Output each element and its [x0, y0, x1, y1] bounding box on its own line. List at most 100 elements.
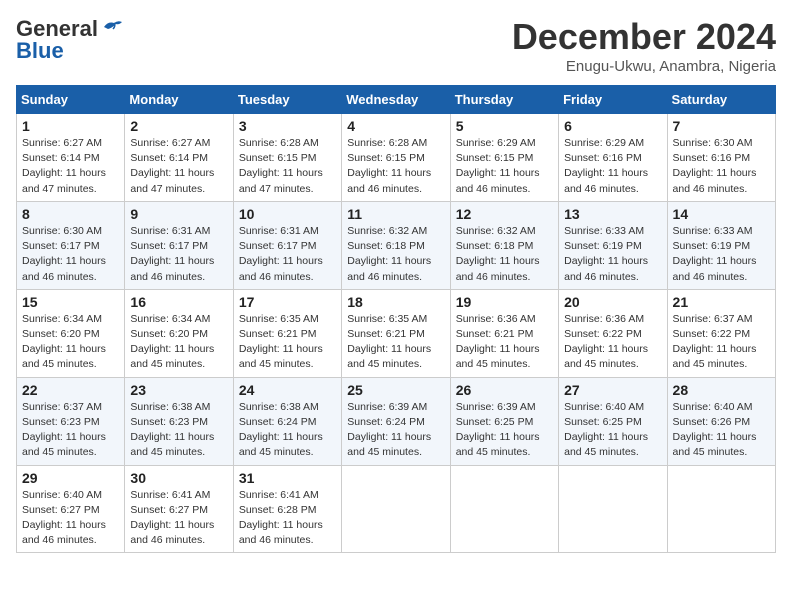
- day-number: 6: [564, 118, 661, 134]
- day-number: 30: [130, 470, 227, 486]
- day-number: 9: [130, 206, 227, 222]
- day-info: Sunrise: 6:33 AM Sunset: 6:19 PM Dayligh…: [673, 224, 770, 285]
- calendar-day-cell: 20 Sunrise: 6:36 AM Sunset: 6:22 PM Dayl…: [559, 289, 667, 377]
- calendar-day-cell: [559, 465, 667, 553]
- day-number: 22: [22, 382, 119, 398]
- day-number: 19: [456, 294, 553, 310]
- day-info: Sunrise: 6:36 AM Sunset: 6:21 PM Dayligh…: [456, 312, 553, 373]
- day-number: 5: [456, 118, 553, 134]
- day-number: 1: [22, 118, 119, 134]
- calendar-day-cell: 19 Sunrise: 6:36 AM Sunset: 6:21 PM Dayl…: [450, 289, 558, 377]
- day-info: Sunrise: 6:37 AM Sunset: 6:22 PM Dayligh…: [673, 312, 770, 373]
- calendar-day-cell: 3 Sunrise: 6:28 AM Sunset: 6:15 PM Dayli…: [233, 114, 341, 202]
- calendar-day-cell: 11 Sunrise: 6:32 AM Sunset: 6:18 PM Dayl…: [342, 201, 450, 289]
- calendar-day-cell: 7 Sunrise: 6:30 AM Sunset: 6:16 PM Dayli…: [667, 114, 775, 202]
- day-info: Sunrise: 6:29 AM Sunset: 6:16 PM Dayligh…: [564, 136, 661, 197]
- day-info: Sunrise: 6:34 AM Sunset: 6:20 PM Dayligh…: [22, 312, 119, 373]
- day-info: Sunrise: 6:30 AM Sunset: 6:16 PM Dayligh…: [673, 136, 770, 197]
- calendar-day-cell: 23 Sunrise: 6:38 AM Sunset: 6:23 PM Dayl…: [125, 377, 233, 465]
- calendar-header-row: SundayMondayTuesdayWednesdayThursdayFrid…: [17, 86, 776, 114]
- day-number: 4: [347, 118, 444, 134]
- calendar-day-cell: 22 Sunrise: 6:37 AM Sunset: 6:23 PM Dayl…: [17, 377, 125, 465]
- day-number: 2: [130, 118, 227, 134]
- day-number: 10: [239, 206, 336, 222]
- day-info: Sunrise: 6:28 AM Sunset: 6:15 PM Dayligh…: [239, 136, 336, 197]
- day-info: Sunrise: 6:27 AM Sunset: 6:14 PM Dayligh…: [22, 136, 119, 197]
- day-number: 11: [347, 206, 444, 222]
- calendar-day-cell: 4 Sunrise: 6:28 AM Sunset: 6:15 PM Dayli…: [342, 114, 450, 202]
- header: General Blue December 2024 Enugu-Ukwu, A…: [16, 16, 776, 75]
- calendar-header-day: Monday: [125, 86, 233, 114]
- day-number: 25: [347, 382, 444, 398]
- day-number: 28: [673, 382, 770, 398]
- day-info: Sunrise: 6:34 AM Sunset: 6:20 PM Dayligh…: [130, 312, 227, 373]
- day-info: Sunrise: 6:40 AM Sunset: 6:25 PM Dayligh…: [564, 400, 661, 461]
- day-number: 24: [239, 382, 336, 398]
- calendar-day-cell: 14 Sunrise: 6:33 AM Sunset: 6:19 PM Dayl…: [667, 201, 775, 289]
- day-info: Sunrise: 6:41 AM Sunset: 6:28 PM Dayligh…: [239, 488, 336, 549]
- location-title: Enugu-Ukwu, Anambra, Nigeria: [512, 58, 776, 75]
- calendar-header-day: Tuesday: [233, 86, 341, 114]
- logo-blue: Blue: [16, 38, 64, 64]
- day-info: Sunrise: 6:30 AM Sunset: 6:17 PM Dayligh…: [22, 224, 119, 285]
- calendar-week-row: 15 Sunrise: 6:34 AM Sunset: 6:20 PM Dayl…: [17, 289, 776, 377]
- day-info: Sunrise: 6:36 AM Sunset: 6:22 PM Dayligh…: [564, 312, 661, 373]
- calendar-day-cell: 1 Sunrise: 6:27 AM Sunset: 6:14 PM Dayli…: [17, 114, 125, 202]
- calendar-week-row: 22 Sunrise: 6:37 AM Sunset: 6:23 PM Dayl…: [17, 377, 776, 465]
- calendar-header-day: Friday: [559, 86, 667, 114]
- calendar-day-cell: [342, 465, 450, 553]
- day-info: Sunrise: 6:39 AM Sunset: 6:24 PM Dayligh…: [347, 400, 444, 461]
- day-info: Sunrise: 6:37 AM Sunset: 6:23 PM Dayligh…: [22, 400, 119, 461]
- day-info: Sunrise: 6:31 AM Sunset: 6:17 PM Dayligh…: [239, 224, 336, 285]
- calendar-week-row: 8 Sunrise: 6:30 AM Sunset: 6:17 PM Dayli…: [17, 201, 776, 289]
- day-number: 16: [130, 294, 227, 310]
- day-info: Sunrise: 6:33 AM Sunset: 6:19 PM Dayligh…: [564, 224, 661, 285]
- calendar-day-cell: 15 Sunrise: 6:34 AM Sunset: 6:20 PM Dayl…: [17, 289, 125, 377]
- calendar-day-cell: 31 Sunrise: 6:41 AM Sunset: 6:28 PM Dayl…: [233, 465, 341, 553]
- calendar-day-cell: 25 Sunrise: 6:39 AM Sunset: 6:24 PM Dayl…: [342, 377, 450, 465]
- day-info: Sunrise: 6:27 AM Sunset: 6:14 PM Dayligh…: [130, 136, 227, 197]
- calendar-day-cell: 2 Sunrise: 6:27 AM Sunset: 6:14 PM Dayli…: [125, 114, 233, 202]
- calendar-day-cell: 5 Sunrise: 6:29 AM Sunset: 6:15 PM Dayli…: [450, 114, 558, 202]
- day-number: 29: [22, 470, 119, 486]
- calendar-header-day: Sunday: [17, 86, 125, 114]
- calendar-day-cell: 13 Sunrise: 6:33 AM Sunset: 6:19 PM Dayl…: [559, 201, 667, 289]
- calendar-header-day: Thursday: [450, 86, 558, 114]
- day-info: Sunrise: 6:32 AM Sunset: 6:18 PM Dayligh…: [347, 224, 444, 285]
- day-number: 20: [564, 294, 661, 310]
- calendar-day-cell: 10 Sunrise: 6:31 AM Sunset: 6:17 PM Dayl…: [233, 201, 341, 289]
- calendar-header-day: Wednesday: [342, 86, 450, 114]
- logo: General Blue: [16, 16, 124, 64]
- calendar-day-cell: 17 Sunrise: 6:35 AM Sunset: 6:21 PM Dayl…: [233, 289, 341, 377]
- day-info: Sunrise: 6:41 AM Sunset: 6:27 PM Dayligh…: [130, 488, 227, 549]
- day-number: 18: [347, 294, 444, 310]
- day-number: 15: [22, 294, 119, 310]
- day-number: 23: [130, 382, 227, 398]
- day-info: Sunrise: 6:39 AM Sunset: 6:25 PM Dayligh…: [456, 400, 553, 461]
- day-number: 26: [456, 382, 553, 398]
- day-info: Sunrise: 6:31 AM Sunset: 6:17 PM Dayligh…: [130, 224, 227, 285]
- calendar-week-row: 1 Sunrise: 6:27 AM Sunset: 6:14 PM Dayli…: [17, 114, 776, 202]
- day-info: Sunrise: 6:28 AM Sunset: 6:15 PM Dayligh…: [347, 136, 444, 197]
- calendar-day-cell: 8 Sunrise: 6:30 AM Sunset: 6:17 PM Dayli…: [17, 201, 125, 289]
- day-number: 3: [239, 118, 336, 134]
- calendar-day-cell: 26 Sunrise: 6:39 AM Sunset: 6:25 PM Dayl…: [450, 377, 558, 465]
- day-number: 31: [239, 470, 336, 486]
- calendar-day-cell: 18 Sunrise: 6:35 AM Sunset: 6:21 PM Dayl…: [342, 289, 450, 377]
- calendar-day-cell: 21 Sunrise: 6:37 AM Sunset: 6:22 PM Dayl…: [667, 289, 775, 377]
- day-info: Sunrise: 6:40 AM Sunset: 6:27 PM Dayligh…: [22, 488, 119, 549]
- calendar-day-cell: 12 Sunrise: 6:32 AM Sunset: 6:18 PM Dayl…: [450, 201, 558, 289]
- title-area: December 2024 Enugu-Ukwu, Anambra, Niger…: [512, 16, 776, 75]
- calendar-day-cell: 16 Sunrise: 6:34 AM Sunset: 6:20 PM Dayl…: [125, 289, 233, 377]
- day-info: Sunrise: 6:38 AM Sunset: 6:23 PM Dayligh…: [130, 400, 227, 461]
- calendar-table: SundayMondayTuesdayWednesdayThursdayFrid…: [16, 85, 776, 553]
- calendar-day-cell: [667, 465, 775, 553]
- calendar-day-cell: 29 Sunrise: 6:40 AM Sunset: 6:27 PM Dayl…: [17, 465, 125, 553]
- day-number: 12: [456, 206, 553, 222]
- day-number: 27: [564, 382, 661, 398]
- day-number: 17: [239, 294, 336, 310]
- calendar-header-day: Saturday: [667, 86, 775, 114]
- day-info: Sunrise: 6:38 AM Sunset: 6:24 PM Dayligh…: [239, 400, 336, 461]
- calendar-week-row: 29 Sunrise: 6:40 AM Sunset: 6:27 PM Dayl…: [17, 465, 776, 553]
- day-info: Sunrise: 6:29 AM Sunset: 6:15 PM Dayligh…: [456, 136, 553, 197]
